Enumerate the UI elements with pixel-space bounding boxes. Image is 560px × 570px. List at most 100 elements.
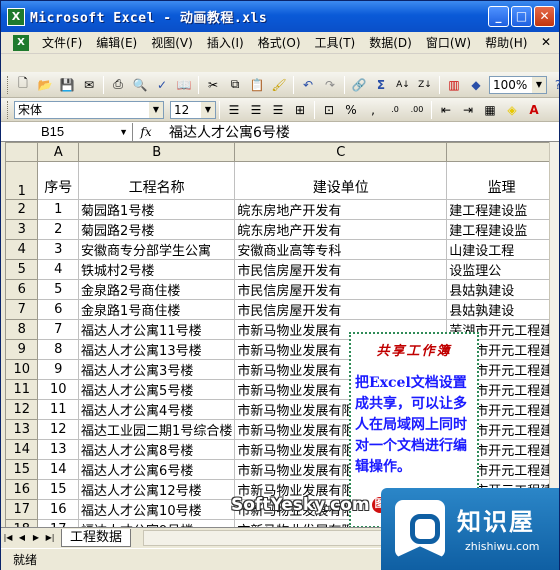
cell-a[interactable]: 9	[37, 359, 80, 380]
cell-c[interactable]: 皖东房地产开发有	[234, 199, 448, 220]
decrease-indent-icon[interactable]: ⇤	[436, 100, 456, 120]
column-header-d[interactable]	[446, 142, 557, 162]
cut-icon[interactable]: ✂	[203, 75, 223, 95]
row-header[interactable]: 10	[5, 359, 39, 380]
sort-descending-icon[interactable]: Z↓	[415, 75, 435, 95]
cell-b[interactable]: 福达人才公寓4号楼	[78, 399, 236, 420]
save-icon[interactable]: 💾	[57, 75, 77, 95]
cell-d[interactable]: 建工程建设监	[446, 199, 557, 220]
cell-b[interactable]: 金泉路2号商住楼	[78, 279, 236, 300]
cell-a[interactable]: 10	[37, 379, 80, 400]
row-header[interactable]: 15	[5, 459, 39, 480]
header-cell[interactable]: 建设单位	[234, 161, 448, 200]
print-icon[interactable]: ⎙	[108, 75, 128, 95]
close-button[interactable]: ✕	[534, 6, 555, 27]
row-header[interactable]: 1	[5, 161, 39, 200]
row-header[interactable]: 8	[5, 319, 39, 340]
cell-a[interactable]: 7	[37, 319, 80, 340]
cell-b[interactable]: 福达人才公寓13号楼	[78, 339, 236, 360]
row-header[interactable]: 5	[5, 259, 39, 280]
cell-a[interactable]: 11	[37, 399, 80, 420]
cell-a[interactable]: 17	[37, 519, 80, 527]
currency-icon[interactable]: ⊡	[319, 100, 339, 120]
cell-b[interactable]: 福达人才公寓6号楼	[78, 459, 236, 480]
align-left-icon[interactable]: ☰	[224, 100, 244, 120]
paste-icon[interactable]: 📋	[247, 75, 267, 95]
formula-input[interactable]: 福达人才公寓6号楼	[159, 122, 290, 142]
cell-a[interactable]: 2	[37, 219, 80, 240]
comma-style-icon[interactable]: ,	[363, 100, 383, 120]
decrease-decimal-icon[interactable]: .00	[407, 100, 427, 120]
cell-b[interactable]: 福达人才公寓3号楼	[78, 359, 236, 380]
cell-a[interactable]: 13	[37, 439, 80, 460]
zoom-select[interactable]: 100% ▼	[489, 75, 547, 94]
cell-b[interactable]: 铁城村2号楼	[78, 259, 236, 280]
cell-a[interactable]: 8	[37, 339, 80, 360]
first-sheet-icon[interactable]: |◀	[1, 530, 15, 546]
name-box[interactable]: B15 ▼	[1, 122, 133, 141]
research-icon[interactable]: 📖	[174, 75, 194, 95]
borders-icon[interactable]: ▦	[480, 100, 500, 120]
header-cell[interactable]: 工程名称	[78, 161, 236, 200]
select-all-corner[interactable]	[5, 142, 39, 162]
header-cell[interactable]: 序号	[37, 161, 80, 200]
menu-help[interactable]: 帮助(H)	[478, 33, 534, 53]
redo-icon[interactable]: ↷	[320, 75, 340, 95]
cell-c[interactable]: 安徽商业高等专科	[234, 239, 448, 260]
align-center-icon[interactable]: ☰	[246, 100, 266, 120]
cell-c[interactable]: 市民信房屋开发有	[234, 259, 448, 280]
cell-c[interactable]: 皖东房地产开发有	[234, 219, 448, 240]
minimize-button[interactable]: _	[488, 6, 509, 27]
row-header[interactable]: 17	[5, 499, 39, 520]
row-header[interactable]: 18	[5, 519, 39, 527]
cell-a[interactable]: 15	[37, 479, 80, 500]
last-sheet-icon[interactable]: ▶|	[43, 530, 57, 546]
increase-decimal-icon[interactable]: .0	[385, 100, 405, 120]
next-sheet-icon[interactable]: ▶	[29, 530, 43, 546]
chart-wizard-icon[interactable]: ▥	[444, 75, 464, 95]
cell-b[interactable]: 福达人才公寓11号楼	[78, 319, 236, 340]
help-icon[interactable]: ?	[548, 75, 560, 95]
menu-file[interactable]: 文件(F)	[35, 33, 89, 53]
cell-b[interactable]: 福达人才公寓10号楼	[78, 499, 236, 520]
row-header[interactable]: 3	[5, 219, 39, 240]
cell-d[interactable]: 县姑孰建设	[446, 299, 557, 320]
merge-center-icon[interactable]: ⊞	[290, 100, 310, 120]
header-cell[interactable]: 监理	[446, 161, 557, 200]
percent-icon[interactable]: %	[341, 100, 361, 120]
menu-window[interactable]: 窗口(W)	[419, 33, 478, 53]
row-header[interactable]: 16	[5, 479, 39, 500]
workbook-close-icon[interactable]: ✕	[539, 35, 553, 49]
cell-a[interactable]: 1	[37, 199, 80, 220]
row-header[interactable]: 14	[5, 439, 39, 460]
sheet-tab[interactable]: 工程数据	[61, 528, 132, 547]
menu-edit[interactable]: 编辑(E)	[89, 33, 144, 53]
cell-b[interactable]: 福达人才公寓8号楼	[78, 439, 236, 460]
prev-sheet-icon[interactable]: ◀	[15, 530, 29, 546]
autosum-icon[interactable]: Σ	[371, 75, 391, 95]
font-size-select[interactable]: 12 ▼	[170, 100, 216, 119]
drawing-icon[interactable]: ◆	[466, 75, 486, 95]
horizontal-scrollbar[interactable]	[143, 529, 389, 546]
font-color-icon[interactable]: A	[524, 100, 544, 120]
sort-ascending-icon[interactable]: A↓	[393, 75, 413, 95]
cell-a[interactable]: 5	[37, 279, 80, 300]
permission-icon[interactable]: ✉	[79, 75, 99, 95]
menu-tools[interactable]: 工具(T)	[308, 33, 363, 53]
row-header[interactable]: 9	[5, 339, 39, 360]
row-header[interactable]: 12	[5, 399, 39, 420]
row-header[interactable]: 2	[5, 199, 39, 220]
maximize-button[interactable]: □	[511, 6, 532, 27]
cell-a[interactable]: 4	[37, 259, 80, 280]
cell-b[interactable]: 福达工业园二期1号综合楼	[78, 419, 236, 440]
menu-insert[interactable]: 插入(I)	[200, 33, 251, 53]
print-preview-icon[interactable]: 🔍	[130, 75, 150, 95]
cell-a[interactable]: 3	[37, 239, 80, 260]
cell-b[interactable]: 福达人才公寓9号楼	[78, 519, 236, 527]
align-right-icon[interactable]: ☰	[268, 100, 288, 120]
insert-function-icon[interactable]: fx	[133, 125, 159, 139]
cell-a[interactable]: 14	[37, 459, 80, 480]
hyperlink-icon[interactable]: 🔗	[349, 75, 369, 95]
cell-b[interactable]: 金泉路1号商住楼	[78, 299, 236, 320]
row-header[interactable]: 6	[5, 279, 39, 300]
